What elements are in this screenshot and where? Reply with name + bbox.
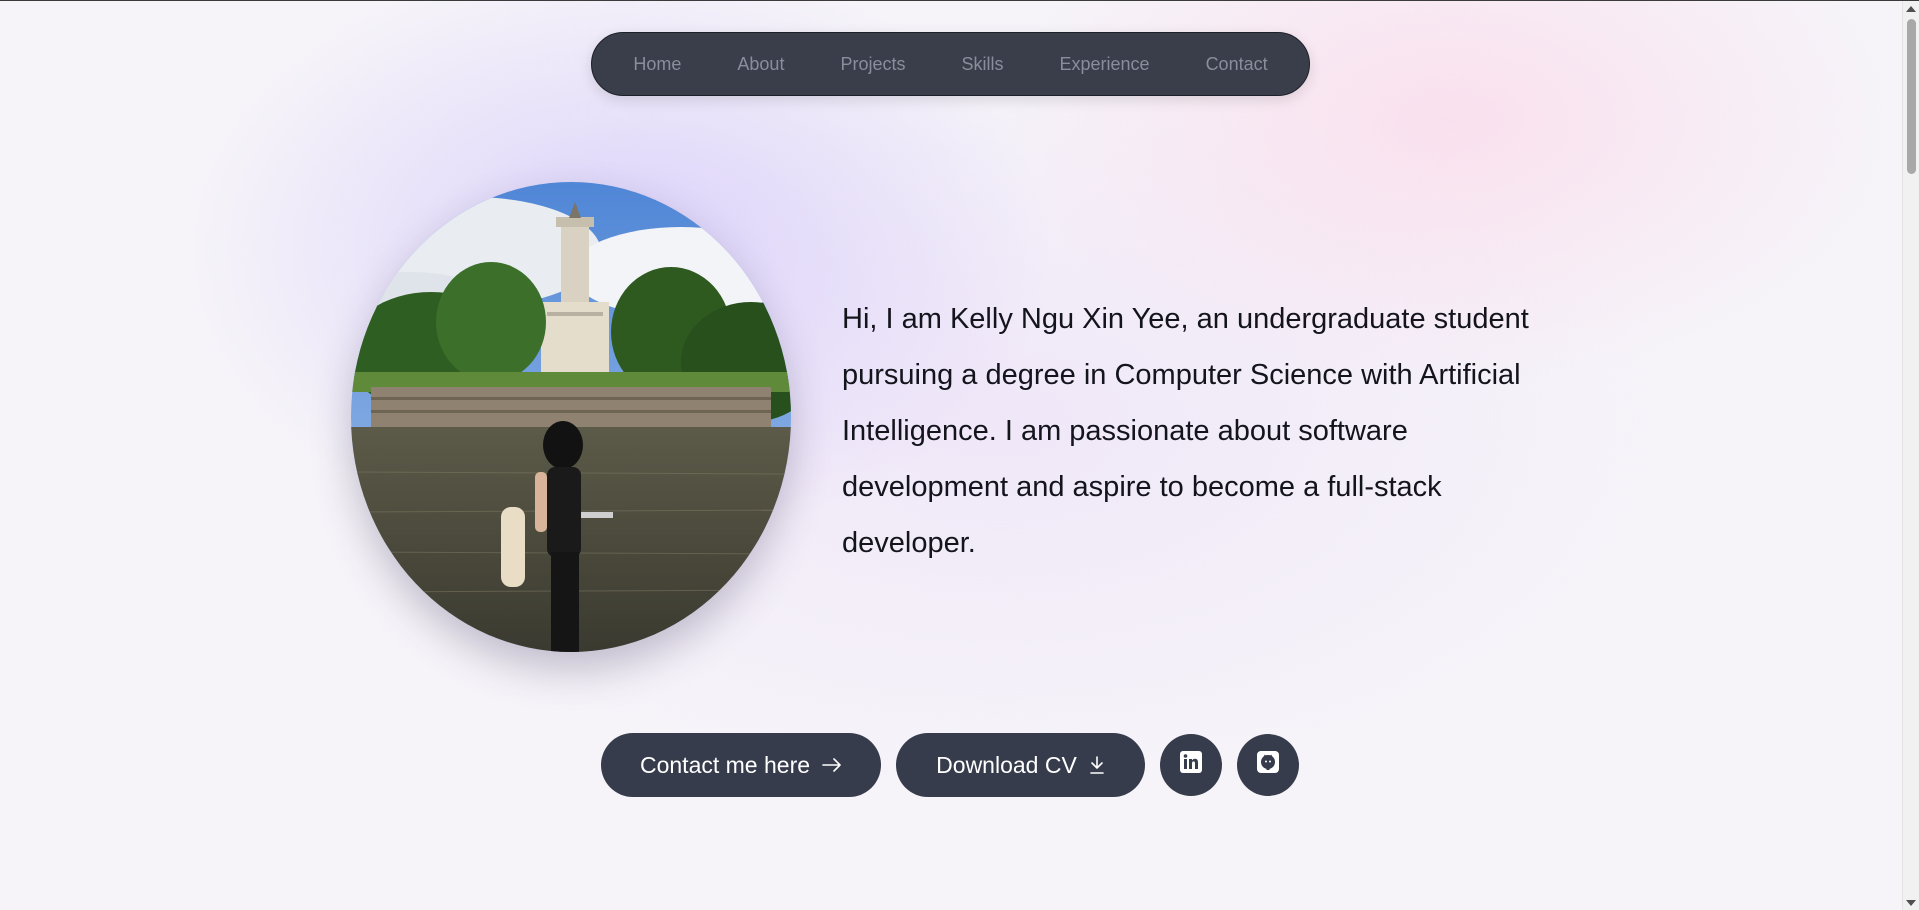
scroll-thumb[interactable] [1907, 19, 1916, 174]
nav-contact[interactable]: Contact [1178, 54, 1296, 75]
nav-about[interactable]: About [709, 54, 812, 75]
linkedin-icon [1179, 750, 1203, 780]
linkedin-button[interactable] [1160, 734, 1222, 796]
github-icon [1256, 750, 1280, 780]
nav-experience[interactable]: Experience [1032, 54, 1178, 75]
scroll-up-icon[interactable] [1906, 6, 1916, 12]
nav-projects[interactable]: Projects [812, 54, 933, 75]
action-buttons: Contact me here Download CV [601, 733, 1299, 797]
download-cv-button[interactable]: Download CV [896, 733, 1145, 797]
download-cv-label: Download CV [936, 751, 1077, 778]
github-button[interactable] [1237, 734, 1299, 796]
page-scrollbar[interactable] [1902, 1, 1919, 910]
contact-button-label: Contact me here [639, 751, 811, 778]
contact-button[interactable]: Contact me here [601, 733, 881, 797]
nav-home[interactable]: Home [605, 54, 709, 75]
scroll-down-icon[interactable] [1906, 900, 1916, 906]
arrow-right-icon [822, 758, 842, 772]
nav-skills[interactable]: Skills [933, 54, 1031, 75]
top-nav: Home About Projects Skills Experience Co… [591, 32, 1310, 96]
intro-text: Hi, I am Kelly Ngu Xin Yee, an undergrad… [842, 303, 1529, 559]
download-icon [1089, 756, 1105, 774]
profile-photo [351, 182, 791, 652]
